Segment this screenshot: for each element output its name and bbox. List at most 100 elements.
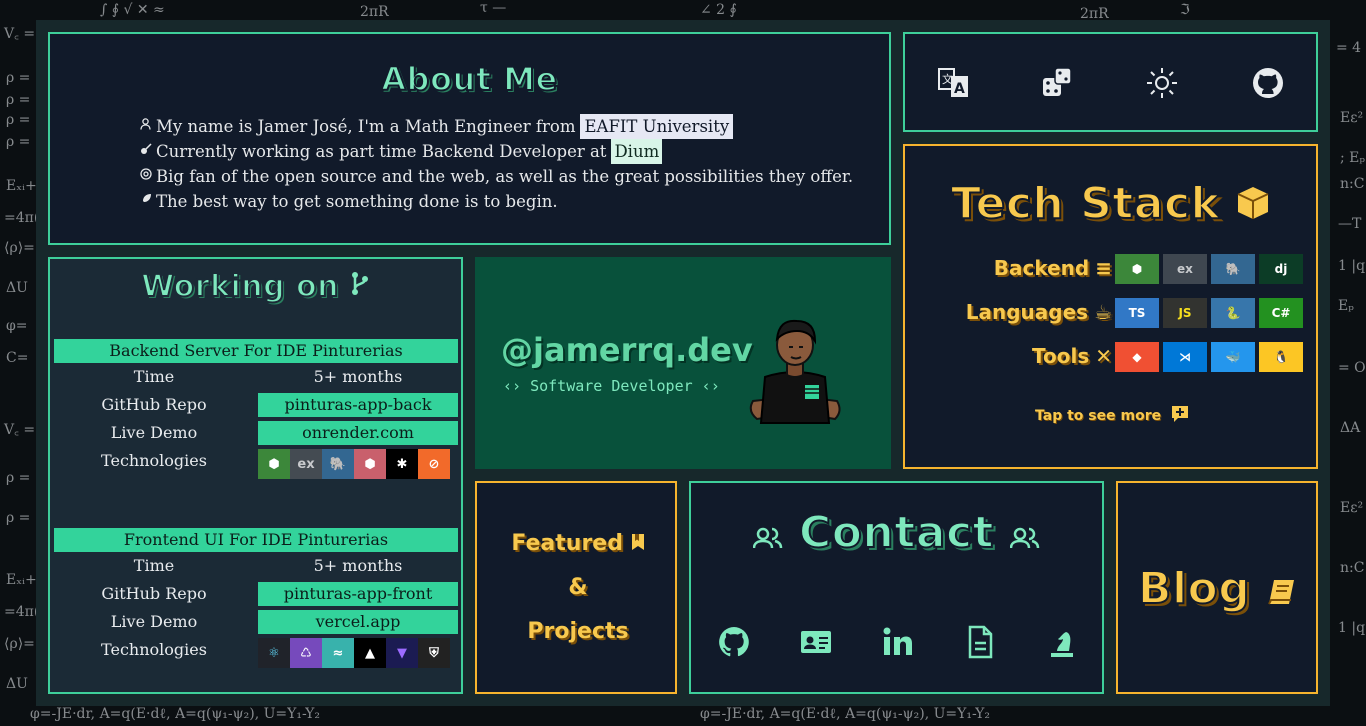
translate-icon[interactable]: 文A bbox=[937, 66, 971, 100]
bookmark-icon bbox=[631, 532, 645, 557]
project-frontend: Frontend UI For IDE Pinturerias Time 5+ … bbox=[54, 528, 458, 668]
repo-label: GitHub Repo bbox=[101, 395, 207, 414]
docker-badge: 🐳 bbox=[1211, 342, 1255, 372]
auth0-badge: ⛨ bbox=[418, 638, 450, 668]
linux-badge: 🐧 bbox=[1259, 342, 1303, 372]
sun-icon[interactable] bbox=[1145, 66, 1179, 100]
opensource-icon bbox=[140, 164, 154, 189]
repo-link[interactable]: pinturas-app-back bbox=[258, 393, 458, 417]
demo-label: Live Demo bbox=[110, 423, 198, 442]
postgresql-badge: 🐘 bbox=[322, 449, 354, 479]
about-title: About Me bbox=[380, 59, 558, 99]
contact-title-text: Contact bbox=[798, 506, 995, 559]
plus-message-icon bbox=[1170, 404, 1190, 428]
sequelize-badge: ⬢ bbox=[354, 449, 386, 479]
tap-to-see-more-text: Tap to see more bbox=[1035, 408, 1162, 424]
svg-text:A: A bbox=[954, 81, 965, 97]
server-icon: ≡ bbox=[1095, 256, 1112, 280]
university-link[interactable]: EAFIT University bbox=[580, 114, 734, 139]
tech-row-label: Tools ✕ bbox=[1032, 344, 1112, 368]
express-badge: ex bbox=[290, 449, 322, 479]
tailwind-badge: ≈ bbox=[322, 638, 354, 668]
chess-icon[interactable] bbox=[1045, 625, 1079, 659]
tech-stack-card[interactable]: Tech Stack Backend ≡ ⬢ ex 🐘 dj Languages ☕ TS JS 🐍… bbox=[903, 144, 1318, 469]
about-card: About Me My name is Jamer José, I'm a Ma… bbox=[48, 32, 891, 245]
guitar-icon bbox=[140, 139, 154, 164]
feather-icon bbox=[140, 189, 154, 214]
featured-projects-card[interactable]: Featured & Projects bbox=[475, 481, 677, 694]
tap-to-see-more[interactable]: Tap to see more bbox=[905, 404, 1320, 428]
project-row-time: Time 5+ months bbox=[54, 363, 458, 391]
dice-icon[interactable] bbox=[1041, 66, 1075, 100]
swagger-badge: ⊘ bbox=[418, 449, 450, 479]
time-value: 5+ months bbox=[313, 367, 403, 386]
vercel-badge: ▲ bbox=[354, 638, 386, 668]
postgresql-badge: 🐘 bbox=[1211, 254, 1255, 284]
linkedin-icon[interactable] bbox=[881, 625, 915, 659]
openai-badge: ✱ bbox=[386, 449, 418, 479]
tech-row-label: Backend ≡ bbox=[994, 256, 1112, 280]
repo-link[interactable]: pinturas-app-front bbox=[258, 582, 458, 606]
working-on-title: Working on bbox=[50, 268, 461, 306]
tech-stack-title: Tech Stack bbox=[905, 177, 1316, 232]
project-row-time: Time 5+ months bbox=[54, 552, 458, 580]
contact-card-icon[interactable] bbox=[799, 625, 833, 659]
book-icon bbox=[1266, 566, 1296, 617]
project-row-demo: Live Demo vercel.app bbox=[54, 608, 458, 636]
tech-stack-title-text: Tech Stack bbox=[950, 177, 1221, 230]
demo-label: Live Demo bbox=[110, 612, 198, 631]
project-title: Backend Server For IDE Pinturerias bbox=[54, 339, 458, 363]
blog-card[interactable]: Blog bbox=[1116, 481, 1318, 694]
users-icon bbox=[1009, 510, 1040, 561]
document-icon[interactable] bbox=[963, 625, 997, 659]
repo-label: GitHub Repo bbox=[101, 584, 207, 603]
github-icon[interactable] bbox=[717, 625, 751, 659]
react-badge: ⚛ bbox=[258, 638, 290, 668]
tech-row-languages: Languages ☕ TS JS 🐍 C# bbox=[905, 298, 1320, 328]
project-row-tech: Technologies ⬢ ex 🐘 ⬢ ✱ ⊘ bbox=[54, 447, 458, 479]
demo-link[interactable]: onrender.com bbox=[258, 421, 458, 445]
user-icon bbox=[140, 114, 154, 139]
technology-badges: ⬢ ex 🐘 ⬢ ✱ ⊘ bbox=[258, 449, 450, 479]
redux-badge: ♺ bbox=[290, 638, 322, 668]
profile-role: ‹› Software Developer ‹› bbox=[503, 377, 720, 395]
tech-row-label-text: Languages bbox=[965, 300, 1089, 324]
python-badge: 🐍 bbox=[1211, 298, 1255, 328]
about-line-text: The best way to get something done is to… bbox=[156, 192, 558, 211]
time-label: Time bbox=[133, 556, 175, 575]
settings-bar: 文A bbox=[903, 32, 1318, 132]
projects-label: Projects bbox=[527, 619, 629, 644]
tech-row-backend: Backend ≡ ⬢ ex 🐘 dj bbox=[905, 254, 1320, 284]
vscode-badge: ⋊ bbox=[1163, 342, 1207, 372]
nodejs-badge: ⬢ bbox=[1115, 254, 1159, 284]
about-line: Currently working as part time Backend D… bbox=[140, 139, 853, 164]
about-line: The best way to get something done is to… bbox=[140, 189, 853, 214]
working-on-title-text: Working on bbox=[140, 268, 339, 305]
tech-row-label: Languages ☕ bbox=[966, 300, 1112, 324]
about-line-text: Big fan of the open source and the web, … bbox=[156, 167, 854, 186]
nodejs-badge: ⬢ bbox=[258, 449, 290, 479]
project-backend: Backend Server For IDE Pinturerias Time … bbox=[54, 339, 458, 479]
about-line: Big fan of the open source and the web, … bbox=[140, 164, 853, 189]
github-icon[interactable] bbox=[1251, 66, 1285, 100]
featured-label: Featured bbox=[477, 531, 679, 557]
typescript-badge: TS bbox=[1115, 298, 1159, 328]
django-badge: dj bbox=[1259, 254, 1303, 284]
working-on-card: Working on Backend Server For IDE Pintur… bbox=[48, 257, 463, 694]
project-title: Frontend UI For IDE Pinturerias bbox=[54, 528, 458, 552]
project-row-repo: GitHub Repo pinturas-app-back bbox=[54, 391, 458, 419]
blog-title: Blog bbox=[1118, 562, 1316, 617]
tech-row-label-text: Tools bbox=[1032, 344, 1090, 368]
blog-title-text: Blog bbox=[1137, 562, 1251, 615]
project-row-demo: Live Demo onrender.com bbox=[54, 419, 458, 447]
company-link[interactable]: Dium bbox=[611, 139, 663, 164]
tech-row-tools: Tools ✕ ◆ ⋊ 🐳 🐧 bbox=[905, 342, 1320, 372]
git-branch-icon bbox=[350, 270, 370, 306]
contact-card: Contact bbox=[689, 481, 1104, 694]
demo-link[interactable]: vercel.app bbox=[258, 610, 458, 634]
profile-card: @jamerrq.dev ‹› Software Developer ‹› bbox=[475, 257, 891, 469]
java-icon: ☕ bbox=[1094, 300, 1112, 324]
time-value: 5+ months bbox=[313, 556, 403, 575]
express-badge: ex bbox=[1163, 254, 1207, 284]
vite-badge: ▼ bbox=[386, 638, 418, 668]
